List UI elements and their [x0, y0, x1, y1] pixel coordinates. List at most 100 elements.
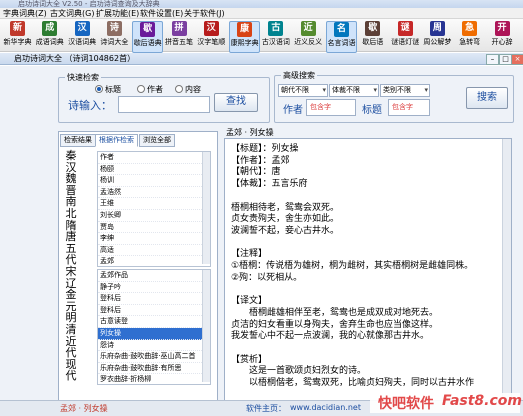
book-icon: 近	[300, 21, 316, 36]
works-list-item[interactable]: 列女操	[98, 327, 210, 340]
menu-settings[interactable]: 软件设置(E)	[140, 8, 183, 19]
radio-title-dot	[95, 85, 103, 93]
works-list-item[interactable]: 登科后	[98, 293, 210, 305]
toolbar-button-6[interactable]: 汉汉字笔顺	[197, 21, 226, 51]
book-icon: 古	[268, 21, 284, 36]
poem-line: 我发誓心中不起一点波澜，我的心就像那古井水。	[231, 331, 430, 342]
works-list-item[interactable]: 登科后	[98, 305, 210, 317]
status-homepage-label: 软件主页：	[246, 404, 286, 413]
radio-author-dot	[137, 85, 145, 93]
minimize-button[interactable]: –	[486, 54, 499, 65]
subwindow-title: 启功诗词大全 （诗词104862首）	[14, 54, 136, 63]
tab-results[interactable]: 检索结果	[60, 134, 96, 147]
poem-line: ①梧桐：传说梧为雄树，桐为雌树，其实梧桐树是雌雄同株。	[231, 261, 474, 271]
poem-line: 【作者】：孟郊	[231, 155, 290, 166]
dynasty-item[interactable]: 金	[61, 289, 81, 301]
author-list-item[interactable]: 王维	[98, 198, 210, 210]
author-list-item[interactable]: 杨颐	[98, 164, 210, 176]
poem-line: 梧桐相待老，鸳鸯会双死。	[231, 202, 340, 213]
author-input[interactable]: 包含字	[306, 99, 356, 116]
dynasty-item[interactable]: 清	[61, 324, 81, 336]
author-list-item[interactable]: 高适	[98, 245, 210, 257]
tab-browse-all[interactable]: 浏览全部	[139, 134, 175, 147]
works-list-item[interactable]: 乐府杂曲·鼓吹曲辞·巫山高二首	[98, 351, 210, 363]
poem-line: 【体裁】：五言乐府	[231, 179, 308, 190]
smile-icon: 急	[462, 21, 478, 36]
works-list-scrollbar[interactable]	[202, 270, 210, 382]
radio-content-dot	[175, 85, 183, 93]
works-list-item[interactable]: 静子吟	[98, 282, 210, 294]
author-list-item[interactable]: 杨训	[98, 175, 210, 187]
watermark-text-en: Fast8.com	[442, 393, 522, 409]
author-list-item[interactable]: 李绅	[98, 233, 210, 245]
author-list-scrollbar[interactable]	[202, 152, 210, 264]
radio-title[interactable]: 标题	[95, 84, 121, 95]
works-list-item[interactable]: 罗衣曲辞·折杨柳	[98, 374, 210, 384]
dynasty-item[interactable]: 魏晋	[61, 173, 81, 196]
dynasty-item[interactable]: 现代	[61, 358, 81, 382]
poem-header: 孟郊 · 列女操	[226, 128, 274, 137]
toolbar-button-11[interactable]: 歇歇后语	[358, 21, 387, 51]
toolbar-button-13[interactable]: 周周公解梦	[423, 21, 452, 51]
dynasty-item[interactable]: 五代	[61, 242, 81, 266]
title-label: 标题	[362, 105, 382, 116]
menu-dictionary[interactable]: 字典词典(Z)	[3, 8, 47, 19]
close-button[interactable]: ×	[511, 54, 523, 65]
author-list-item[interactable]: 孟浩然	[98, 187, 210, 199]
poem-line: 贞女贵殉夫，舍生亦如此。	[231, 214, 340, 225]
status-homepage-url[interactable]: www.dacidian.net	[290, 403, 361, 412]
author-label: 作者	[283, 105, 303, 116]
book-icon: 汉	[74, 21, 90, 36]
toolbar-button-0[interactable]: 新新华字典	[3, 21, 32, 51]
toolbar-button-12[interactable]: 谜谜语灯谜	[391, 21, 420, 51]
works-list-item[interactable]: 乐府杂曲·鼓吹曲辞·有所思	[98, 363, 210, 375]
dynasty-item[interactable]: 南北	[61, 196, 81, 219]
toolbar-button-2[interactable]: 汉汉语词典	[68, 21, 97, 51]
toolbar-button-7[interactable]: 康康熙字典	[229, 21, 261, 53]
toolbar-button-8[interactable]: 古古汉语词	[261, 21, 290, 51]
title-input[interactable]: 包含字	[388, 99, 430, 116]
dynasty-item[interactable]: 宋	[61, 266, 81, 278]
genre-select[interactable]: 体裁不限	[329, 84, 379, 97]
works-list-item[interactable]: 孟郊作品	[98, 270, 210, 282]
radio-content[interactable]: 内容	[175, 84, 201, 95]
radio-author-label: 作者	[147, 85, 163, 94]
radio-author[interactable]: 作者	[137, 84, 163, 95]
toolbar-button-1[interactable]: 成成语词典	[35, 21, 64, 51]
toolbar-button-3[interactable]: 诗诗词大全	[100, 21, 129, 51]
menu-extension[interactable]: 扩展功能(E)	[96, 8, 139, 19]
author-list-item[interactable]: 孟郊	[98, 256, 210, 266]
category-select[interactable]: 类别不限	[380, 84, 430, 97]
dynasty-item[interactable]: 秦	[61, 150, 81, 162]
toolbar-button-14[interactable]: 急急转弯	[455, 21, 484, 51]
toolbar-button-4[interactable]: 歇歇后语典	[132, 21, 164, 53]
advanced-search-button[interactable]: 搜索	[466, 87, 508, 109]
quick-search-input[interactable]	[118, 96, 210, 113]
menu-classical[interactable]: 古文词典(G)	[50, 8, 94, 19]
toolbar-button-15[interactable]: 开开心辞	[488, 21, 517, 51]
dynasty-item[interactable]: 唐	[61, 231, 81, 243]
poem-scrollbar[interactable]	[502, 139, 511, 399]
radio-title-label: 标题	[105, 85, 121, 94]
works-list-item[interactable]: 怨诗	[98, 340, 210, 352]
status-left: 孟郊 · 列女操	[60, 404, 108, 413]
dynasty-item[interactable]: 近代	[61, 335, 81, 359]
poem-line: 【注释】	[231, 249, 268, 260]
toolbar-button-9[interactable]: 近近义反义	[294, 21, 323, 51]
toolbar-button-5[interactable]: 拼拼音五笔	[165, 21, 194, 51]
toolbar-button-10[interactable]: 名名言词语	[326, 21, 357, 53]
author-list-item[interactable]: 贾岛	[98, 222, 210, 234]
dynasty-select[interactable]: 朝代不限	[278, 84, 328, 97]
tab-by-author[interactable]: 根据作检索	[95, 134, 138, 147]
menu-about[interactable]: 关于软件(J)	[184, 8, 225, 19]
author-list-item[interactable]: 刘长卿	[98, 210, 210, 222]
works-list-item[interactable]: 古意读登	[98, 316, 210, 328]
book-icon: 歇	[140, 22, 156, 37]
author-list: 作者 杨颐 杨训 孟浩然 王维 刘长卿 贾岛 李绅 高适 孟郊	[97, 151, 211, 267]
poem-line: 梧桐雌雄相伴至老，鸳鸯也是成双成对地死去。	[231, 307, 439, 318]
quick-search-button[interactable]: 查找	[214, 93, 258, 112]
poem-line: 【标题】：列女操	[231, 144, 299, 154]
author-list-item[interactable]: 作者	[98, 152, 210, 164]
poem-text-area[interactable]: 【标题】：列女操 【作者】：孟郊 【朝代】：唐 【体裁】：五言乐府 梧桐相待老，鸳鸯会双…	[224, 138, 512, 402]
brush-icon: 汉	[203, 21, 219, 36]
